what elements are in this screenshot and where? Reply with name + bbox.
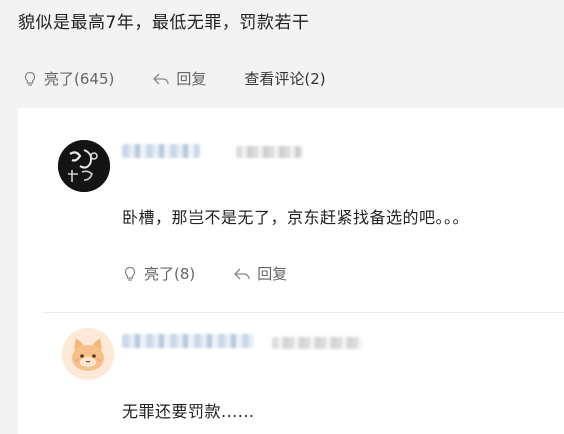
comment-text: 无罪还要罚款......	[122, 402, 255, 421]
avatar[interactable]	[58, 140, 110, 192]
reply-button[interactable]: 回复	[233, 263, 287, 284]
comments-panel: 卧槽，那岂不是无了，京东赶紧找备选的吧。。。 亮了(8) 回复 无罪还要罚款..…	[18, 108, 564, 434]
like-button[interactable]: 亮了(645)	[22, 68, 114, 89]
username-blurred[interactable]	[122, 334, 254, 348]
like-button[interactable]: 亮了(8)	[122, 263, 195, 284]
post-text: 貌似是最高7年，最低无罪，罚款若干	[18, 13, 310, 33]
user-meta-blurred	[236, 146, 302, 158]
reply-icon	[153, 73, 169, 84]
like-count-label: 亮了(645)	[44, 70, 115, 88]
lightbulb-icon	[124, 266, 136, 281]
ink-calligraphy-avatar-icon	[58, 140, 110, 192]
user-meta-blurred	[272, 337, 362, 349]
reply-label: 回复	[257, 265, 288, 283]
post-actions: 亮了(645) 回复 查看评论(2)	[22, 68, 364, 89]
reply-button[interactable]: 回复	[152, 68, 206, 89]
avatar[interactable]	[62, 328, 114, 380]
reply-icon	[234, 268, 250, 279]
like-count-label: 亮了(8)	[144, 265, 196, 283]
lightbulb-icon	[24, 71, 36, 86]
cat-avatar-icon	[62, 328, 114, 380]
view-comments-label: 查看评论(2)	[244, 70, 326, 88]
reply-label: 回复	[176, 70, 207, 88]
comment-text: 卧槽，那岂不是无了，京东赶紧找备选的吧。。。	[122, 208, 470, 227]
view-comments-button[interactable]: 查看评论(2)	[244, 68, 325, 89]
username-blurred[interactable]	[122, 144, 200, 158]
comment-divider	[42, 312, 564, 313]
comment-actions: 亮了(8) 回复	[122, 263, 325, 284]
